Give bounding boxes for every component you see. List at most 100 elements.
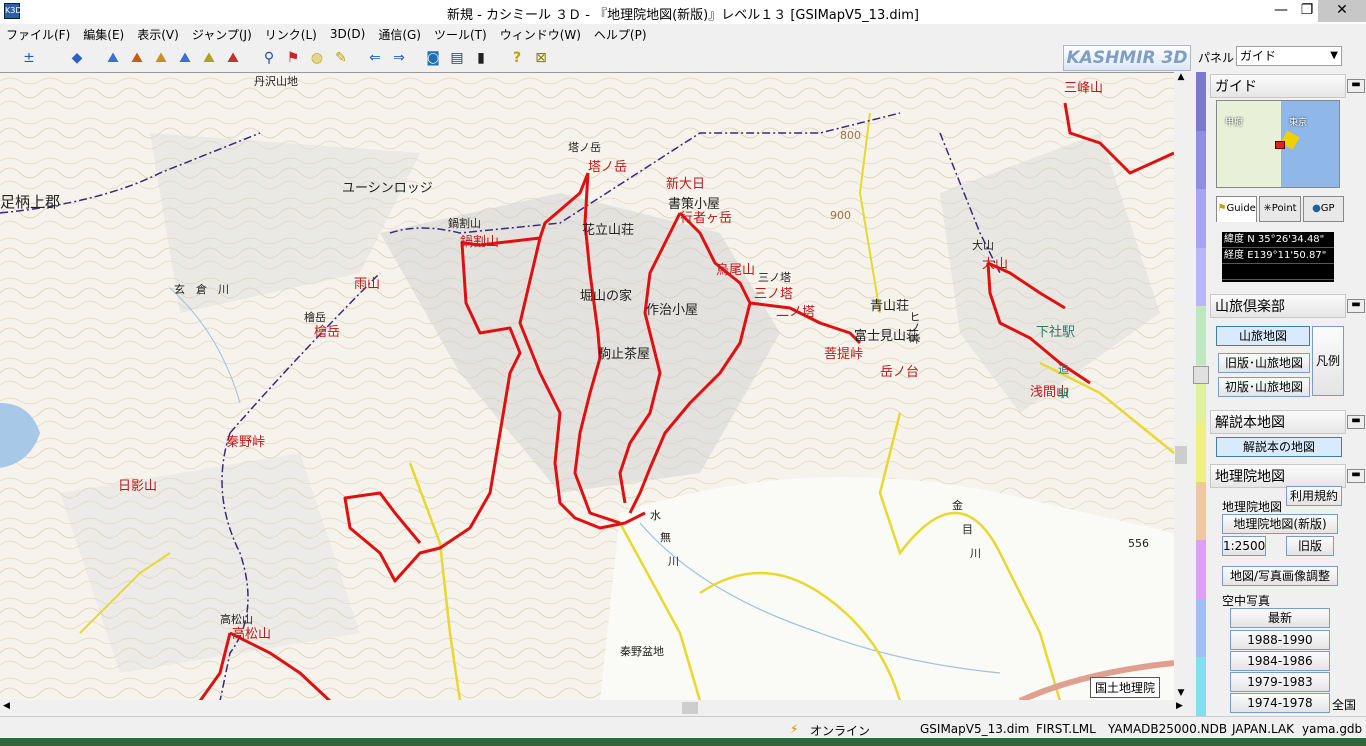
old-sanryo-map-button[interactable]: 旧版･山旅地図 xyxy=(1218,353,1310,373)
map-label-oyama[interactable]: 大山 xyxy=(982,253,1008,272)
scroll-thumb[interactable] xyxy=(1175,446,1187,464)
photo-latest-button[interactable]: 最新 xyxy=(1230,608,1330,628)
menu-tools[interactable]: ツール(T) xyxy=(434,26,494,43)
map-label: 金 xyxy=(952,499,963,512)
map-label-hadano-toge[interactable]: 秦野峠 xyxy=(226,431,265,450)
status-lml-file: FIRST.LML xyxy=(1036,722,1096,736)
chiriin-minimize-button[interactable]: ▬ xyxy=(1347,469,1365,483)
menu-link[interactable]: リンク(L) xyxy=(265,26,324,43)
photo-1979-button[interactable]: 1979-1983 xyxy=(1230,672,1330,692)
scroll-right-icon[interactable]: ▶ xyxy=(1176,701,1183,711)
terms-button[interactable]: 利用規約 xyxy=(1286,486,1342,506)
map-vertical-scrollbar[interactable]: ▲ ▼ xyxy=(1174,72,1188,700)
window-title: 新規 - カシミール ３Ｄ - 『地理院地図(新版)』レベル１３ [GSIMap… xyxy=(447,8,919,23)
guide-mini-map[interactable]: 甲府 東京 xyxy=(1216,100,1340,188)
map-label-sannoto[interactable]: 三ノ塔 xyxy=(754,283,793,302)
scroll-down-icon[interactable]: ▼ xyxy=(1174,688,1188,698)
map-label-shimosha-station[interactable]: 下社駅 xyxy=(1036,321,1075,340)
palette-icon[interactable]: ◍ xyxy=(306,48,328,68)
map-label-takamatsu[interactable]: 高松山 xyxy=(232,623,271,642)
first-sanryo-map-button[interactable]: 初版･山旅地図 xyxy=(1218,377,1310,397)
panel-select-value: ガイド xyxy=(1240,49,1277,63)
close-button[interactable]: ✕ xyxy=(1318,0,1366,22)
color-bar-segment xyxy=(1196,247,1206,307)
map-view[interactable]: 丹沢山地 足柄上郡 ユーシンロッジ 塔ノ岳 塔ノ岳 新大日 書策小屋 行者ヶ岳 … xyxy=(0,72,1174,700)
map-label: 駅 xyxy=(1058,387,1069,400)
side-panel: ガイド ▬ 甲府 東京 ⚑Guide ✳Point ●GP 緯度 N 35°26… xyxy=(1210,72,1366,716)
gps-icon[interactable]: ▮ xyxy=(470,48,492,68)
map-label-sakuji[interactable]: 作治小屋 xyxy=(646,299,698,318)
binoculars-icon[interactable]: ⚲ xyxy=(258,48,280,68)
film-icon[interactable]: ▤ xyxy=(446,48,468,68)
map-label-tonodake[interactable]: 塔ノ岳 xyxy=(588,156,627,175)
scroll-up-icon[interactable]: ▲ xyxy=(1174,72,1188,82)
chiriin-new-button[interactable]: 地理院地図(新版) xyxy=(1222,514,1338,534)
image-adjust-button[interactable]: 地図/写真画像調整 xyxy=(1222,566,1338,586)
map-label-karasuo[interactable]: 烏尾山 xyxy=(716,259,755,278)
ruler-icon[interactable]: ✎ xyxy=(330,48,352,68)
layer-icon[interactable]: ◆ xyxy=(66,48,88,68)
map-label-shin-ohinata[interactable]: 新大日 xyxy=(666,173,705,192)
map-label-hanatate[interactable]: 花立山荘 xyxy=(582,219,634,238)
menu-bar: ファイル(F) 編集(E) 表示(V) ジャンプ(J) リンク(L) 3D(D)… xyxy=(0,24,1366,44)
menu-file[interactable]: ファイル(F) xyxy=(6,26,77,43)
terrain-icon[interactable]: ⛰ xyxy=(102,48,124,68)
map-label-hinokidake[interactable]: 檜岳 xyxy=(314,321,340,340)
map-label-hikageyama[interactable]: 日影山 xyxy=(118,475,157,494)
zoom-icon[interactable]: ± xyxy=(18,48,40,68)
help-icon[interactable]: ? xyxy=(506,48,528,68)
map-label-horiyama[interactable]: 堀山の家 xyxy=(580,285,632,304)
map-horizontal-scrollbar[interactable]: ◀ ▶ xyxy=(0,700,1188,716)
guide-minimize-button[interactable]: ▬ xyxy=(1347,79,1365,93)
marker-icon[interactable]: ⚑ xyxy=(282,48,304,68)
color-bar-segment xyxy=(1196,189,1206,248)
scroll-left-icon[interactable]: ◀ xyxy=(3,701,10,711)
elevation-color-bar[interactable] xyxy=(1196,72,1206,716)
terrain6-icon[interactable]: ⛰ xyxy=(222,48,244,68)
kaisetsu-minimize-button[interactable]: ▬ xyxy=(1347,415,1365,429)
map-label-bodai[interactable]: 菩提峠 xyxy=(824,343,863,362)
menu-edit[interactable]: 編集(E) xyxy=(83,26,131,43)
photo-1984-button[interactable]: 1984-1986 xyxy=(1230,651,1330,671)
back-icon[interactable]: ⇐ xyxy=(364,48,386,68)
color-bar-handle[interactable] xyxy=(1193,366,1209,384)
menu-help[interactable]: ヘルプ(P) xyxy=(594,26,654,43)
guide-city-tokyo: 東京 xyxy=(1289,118,1308,128)
exit-icon[interactable]: ⊠ xyxy=(530,48,552,68)
map-label-gyojagadake[interactable]: 行者ヶ岳 xyxy=(680,207,732,226)
legend-button[interactable]: 凡例 xyxy=(1312,326,1344,396)
menu-comm[interactable]: 通信(G) xyxy=(378,26,428,43)
scale-2500-button[interactable]: 1:2500 xyxy=(1222,536,1266,556)
photo-1974-button[interactable]: 1974-1978 xyxy=(1230,693,1330,713)
forward-icon[interactable]: ⇒ xyxy=(388,48,410,68)
map-label-ameyama[interactable]: 雨山 xyxy=(354,273,380,292)
photo-1988-button[interactable]: 1988-1990 xyxy=(1230,630,1330,650)
terrain5-icon[interactable]: ⛰ xyxy=(198,48,220,68)
map-label-yushin-lodge[interactable]: ユーシンロッジ xyxy=(342,177,433,196)
sanryo-minimize-button[interactable]: ▬ xyxy=(1347,299,1365,313)
old-edition-button[interactable]: 旧版 xyxy=(1286,536,1334,556)
scroll-thumb[interactable] xyxy=(682,702,698,714)
map-label-komadome[interactable]: 駒止茶屋 xyxy=(598,343,650,362)
map-label-aoyama[interactable]: 青山荘 xyxy=(870,295,909,314)
panel-select[interactable]: ガイド ▼ xyxy=(1236,46,1342,66)
menu-view[interactable]: 表示(V) xyxy=(137,26,186,43)
map-label-mitsumine[interactable]: 三峰山 xyxy=(1064,77,1103,96)
chevron-down-icon: ▼ xyxy=(1330,50,1338,61)
terrain3-icon[interactable]: ⛰ xyxy=(150,48,172,68)
tab-guide[interactable]: ⚑Guide xyxy=(1216,196,1258,222)
tab-point[interactable]: ✳Point xyxy=(1259,196,1301,222)
camera-icon[interactable]: ◙ xyxy=(422,48,444,68)
color-bar-segment xyxy=(1196,306,1206,365)
sanryo-map-button[interactable]: 山旅地図 xyxy=(1216,326,1310,346)
terrain2-icon[interactable]: ⛰ xyxy=(126,48,148,68)
kaisetsu-map-button[interactable]: 解説本の地図 xyxy=(1216,437,1342,457)
menu-jump[interactable]: ジャンプ(J) xyxy=(192,26,259,43)
map-label-ninoto[interactable]: 二ノ塔 xyxy=(776,301,815,320)
map-label-nabewari[interactable]: 鍋割山 xyxy=(460,231,499,250)
tab-gp[interactable]: ●GP xyxy=(1302,196,1344,222)
map-label-takenodai[interactable]: 岳ノ台 xyxy=(880,361,919,380)
menu-3d[interactable]: 3D(D) xyxy=(330,27,372,41)
terrain4-icon[interactable]: ⛰ xyxy=(174,48,196,68)
menu-window[interactable]: ウィンドウ(W) xyxy=(500,26,588,43)
